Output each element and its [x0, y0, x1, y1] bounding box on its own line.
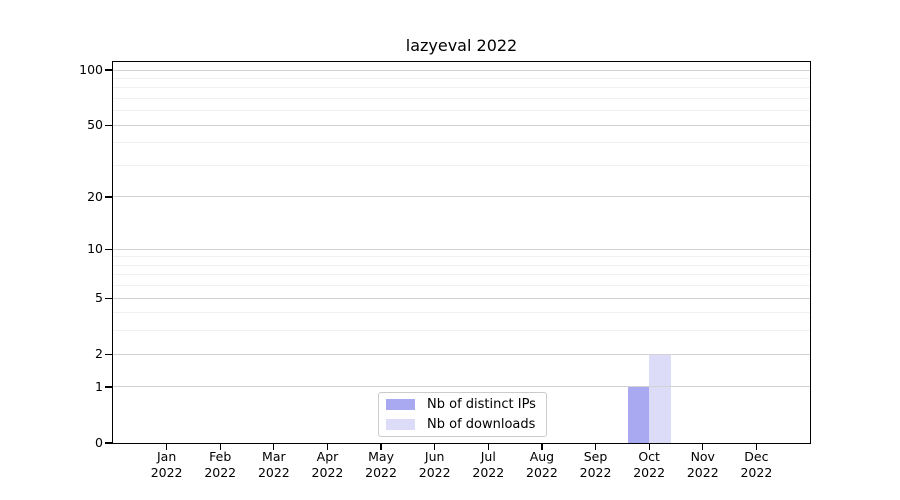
x-tick-mark	[755, 444, 758, 450]
gridline-minor	[113, 274, 810, 276]
x-tick-mark	[648, 444, 650, 450]
y-tick-label: 2	[95, 346, 103, 362]
gridline-major	[113, 297, 810, 299]
y-tick-label: 10	[87, 241, 103, 257]
y-tick-label: 50	[87, 117, 103, 133]
gridline-minor	[113, 330, 810, 332]
legend-swatch-icon	[386, 399, 415, 410]
bar-distinct-ips-oct	[627, 386, 650, 443]
y-tick-mark	[105, 442, 112, 444]
gridline-minor	[113, 256, 810, 258]
gridline-major	[113, 124, 810, 126]
x-tick-mark	[326, 444, 329, 450]
gridline-major	[113, 386, 810, 388]
y-tick-label: 100	[79, 62, 103, 77]
y-tick-mark	[105, 69, 112, 71]
legend-item: Nb of distinct IPs	[386, 395, 539, 414]
y-tick-mark	[105, 196, 112, 198]
x-tick-label: Dec 2022	[724, 449, 788, 480]
legend-swatch-icon	[386, 419, 415, 430]
x-tick-mark	[380, 444, 382, 450]
y-tick-mark	[105, 353, 112, 355]
y-tick-label: 0	[95, 435, 103, 450]
gridline-minor	[113, 312, 810, 314]
gridline-minor	[113, 164, 810, 166]
y-tick-label: 20	[87, 188, 103, 204]
gridline-minor	[113, 77, 810, 79]
gridline-minor	[113, 110, 810, 112]
legend: Nb of distinct IPs Nb of downloads	[378, 392, 547, 437]
plot-area	[113, 62, 810, 443]
x-tick-mark	[487, 444, 489, 450]
gridline-minor	[113, 98, 810, 99]
gridline-major	[113, 248, 810, 250]
x-tick-month: Dec	[744, 449, 769, 464]
gridline-minor	[113, 285, 810, 287]
legend-label: Nb of distinct IPs	[427, 397, 536, 412]
gridline-major	[113, 196, 810, 198]
x-tick-mark	[702, 444, 704, 450]
y-tick-mark	[105, 297, 112, 299]
gridline-minor	[113, 87, 810, 89]
x-tick-mark	[594, 444, 597, 450]
x-tick-mark	[165, 444, 168, 450]
x-tick-mark	[541, 444, 543, 450]
chart-figure: lazyeval 2022 0 1 2 5 10 20 50 100 Jan 2022 Feb 20…	[0, 0, 900, 500]
x-tick-year: 2022	[740, 464, 773, 480]
y-tick-label: 5	[95, 290, 103, 306]
x-tick-mark	[219, 444, 221, 450]
y-tick-mark	[105, 248, 112, 250]
y-tick-mark	[105, 124, 112, 126]
x-tick-mark	[273, 444, 275, 450]
x-tick-mark	[434, 444, 436, 450]
gridline-minor	[113, 264, 810, 266]
gridline-minor	[113, 142, 810, 144]
chart-title: lazyeval 2022	[405, 36, 518, 55]
gridline-major	[113, 69, 810, 71]
y-tick-label: 1	[95, 378, 103, 394]
legend-label: Nb of downloads	[427, 417, 536, 432]
legend-item: Nb of downloads	[386, 415, 539, 434]
gridline-major	[113, 353, 810, 355]
y-tick-mark	[105, 386, 112, 388]
bar-downloads-oct	[649, 354, 671, 443]
